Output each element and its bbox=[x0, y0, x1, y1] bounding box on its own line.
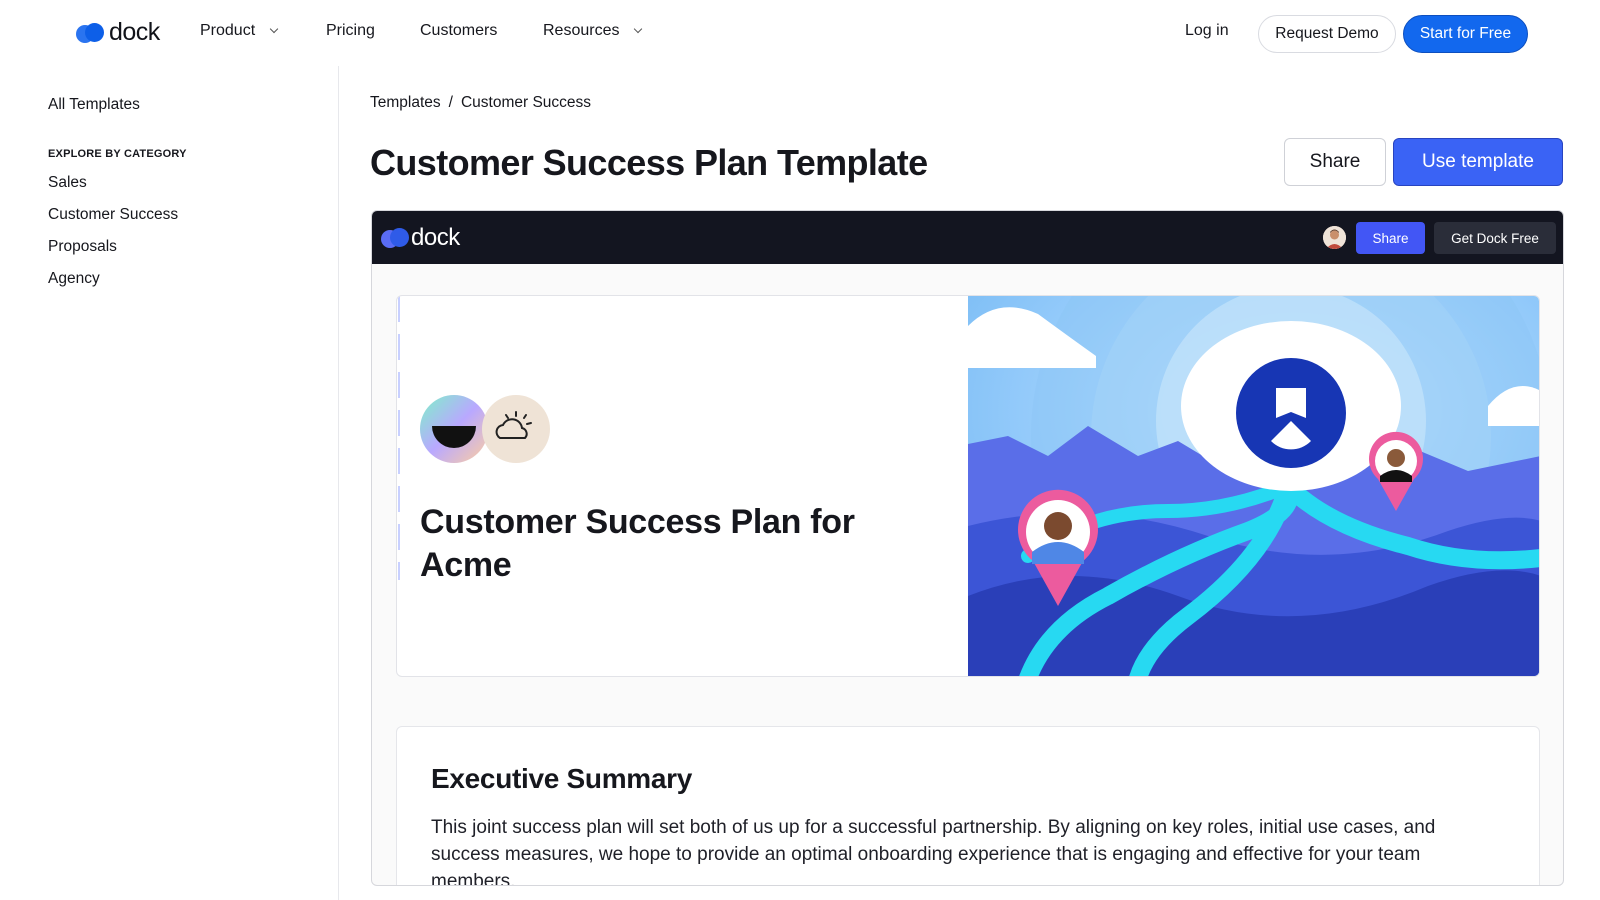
summary-text: This joint success plan will set both of… bbox=[431, 817, 1436, 886]
section-indicator bbox=[398, 296, 400, 580]
summary-title: Executive Summary bbox=[431, 763, 693, 794]
breadcrumb-templates[interactable]: Templates bbox=[370, 94, 441, 112]
sidebar-all-templates[interactable]: All Templates bbox=[48, 96, 140, 114]
hero-card: Customer Success Plan for Acme bbox=[396, 295, 1540, 677]
sidebar-category-heading: EXPLORE BY CATEGORY bbox=[48, 148, 187, 160]
dock-logo-icon bbox=[381, 228, 409, 248]
nav-resources-label: Resources bbox=[543, 22, 620, 39]
hero-title: Customer Success Plan for Acme bbox=[420, 503, 855, 584]
nav-product-label: Product bbox=[200, 22, 256, 39]
sun-cloud-logo-icon bbox=[482, 395, 550, 463]
breadcrumb: Templates / Customer Success bbox=[370, 94, 591, 112]
sidebar-item-proposals[interactable]: Proposals bbox=[48, 238, 117, 256]
page-title: Customer Success Plan Template bbox=[370, 142, 928, 183]
nav-customers[interactable]: Customers bbox=[420, 22, 497, 40]
partner-logos bbox=[420, 394, 550, 469]
preview-dock-logo[interactable]: dock bbox=[381, 224, 460, 252]
login-link[interactable]: Log in bbox=[1185, 22, 1229, 40]
get-dock-free-button[interactable]: Get Dock Free bbox=[1434, 222, 1556, 254]
nav-customers-label: Customers bbox=[420, 22, 498, 39]
breadcrumb-separator: / bbox=[448, 94, 453, 111]
request-demo-button[interactable]: Request Demo bbox=[1258, 15, 1396, 53]
chevron-down-icon bbox=[269, 24, 279, 34]
use-template-button[interactable]: Use template bbox=[1393, 138, 1563, 186]
template-preview[interactable]: dock Share Get Dock Free Customer Succes… bbox=[371, 210, 1564, 886]
logo-text: dock bbox=[109, 18, 160, 46]
avatar[interactable] bbox=[1323, 226, 1346, 249]
dock-logo-icon bbox=[76, 22, 104, 43]
nav-pricing[interactable]: Pricing bbox=[326, 22, 375, 40]
chevron-down-icon bbox=[634, 24, 643, 34]
dock-logo[interactable]: dock bbox=[76, 18, 160, 47]
preview-logo-text: dock bbox=[411, 224, 460, 251]
hero-illustration bbox=[968, 296, 1539, 676]
preview-share-button[interactable]: Share bbox=[1356, 222, 1425, 254]
half-circle-logo-icon bbox=[420, 395, 488, 463]
share-button[interactable]: Share bbox=[1284, 138, 1386, 186]
sidebar-item-sales[interactable]: Sales bbox=[48, 174, 87, 192]
sidebar-item-agency[interactable]: Agency bbox=[48, 270, 100, 288]
nav-resources[interactable]: Resources bbox=[543, 22, 643, 40]
breadcrumb-customer-success[interactable]: Customer Success bbox=[461, 94, 591, 112]
preview-toolbar: dock Share Get Dock Free bbox=[372, 211, 1563, 264]
executive-summary-card: Executive Summary This joint success pla… bbox=[396, 726, 1540, 886]
sidebar-item-customer-success[interactable]: Customer Success bbox=[48, 206, 178, 224]
top-navigation: dock Product Pricing Customers Resources… bbox=[0, 0, 1600, 66]
template-sidebar: All Templates EXPLORE BY CATEGORY Sales … bbox=[0, 66, 339, 900]
start-for-free-button[interactable]: Start for Free bbox=[1403, 15, 1528, 53]
nav-product[interactable]: Product bbox=[200, 22, 279, 40]
nav-pricing-label: Pricing bbox=[326, 22, 375, 39]
